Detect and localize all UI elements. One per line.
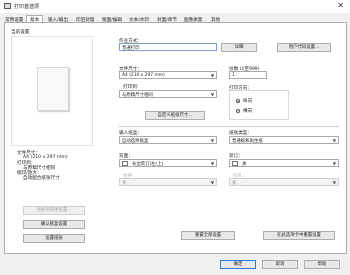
user-code-button[interactable]: 用户代码设置... — [277, 43, 331, 52]
printer-icon — [4, 3, 11, 9]
combine-value: 关 — [122, 181, 127, 186]
add-favorite-button[interactable]: 添加到常用设置... — [23, 206, 85, 215]
ok-button[interactable]: 确定 — [220, 260, 256, 269]
chevron-down-icon: ▼ — [210, 138, 214, 143]
landscape-radio[interactable] — [236, 109, 240, 113]
orientation-group: 纵向 横向 — [229, 90, 289, 120]
doc-size-value: A4 (210 x 297 mm) — [122, 73, 165, 78]
portrait-radio[interactable] — [236, 99, 240, 103]
preview-area — [11, 36, 93, 146]
details-button[interactable]: 详细 — [221, 43, 257, 52]
preview-label: 当前设置 — [11, 30, 30, 35]
staple-icon — [232, 161, 238, 166]
duplex-select[interactable]: 长边装订(左/上) ▼ — [119, 159, 217, 167]
reset-tab-button[interactable]: 在此选项卡中重置设置 — [263, 231, 335, 240]
chevron-down-icon: ▼ — [332, 138, 336, 143]
section-divider — [119, 126, 339, 127]
duplex-icon — [122, 161, 128, 166]
reset-all-button[interactable]: 重置全部设置 — [181, 231, 235, 240]
landscape-label: 横向 — [243, 109, 253, 114]
chevron-down-icon: ▼ — [210, 180, 214, 185]
custom-paper-size-button[interactable]: 自定义纸张尺寸... — [145, 111, 205, 120]
punch-select[interactable]: 关 ▼ — [229, 178, 339, 186]
paper-type-value: 普通纸和再生纸 — [232, 139, 263, 144]
print-to-select[interactable]: 与原稿尺寸相同 ▼ — [119, 90, 217, 98]
paper-settings-button[interactable]: 设置纸张 — [23, 234, 85, 243]
job-type-input[interactable]: 普通打印 — [119, 43, 217, 51]
title-bar: 打印首选项 ✕ — [0, 0, 350, 13]
settings-panel: 当前设置 文件尺寸： A4 (210 x 297 mm) 打印到： 与原稿尺寸相… — [4, 22, 347, 254]
duplex-value: 长边装订(左/上) — [132, 162, 164, 167]
input-tray-select[interactable]: 自动选择纸盒 ▼ — [119, 136, 217, 144]
doc-size-select[interactable]: A4 (210 x 297 mm) ▼ — [119, 71, 217, 79]
chevron-down-icon: ▼ — [210, 73, 214, 78]
window-title: 打印首选项 — [14, 4, 40, 10]
summary-scale-value: 自动配合纸张尺寸 — [23, 176, 60, 181]
copies-input[interactable]: 1 — [229, 71, 267, 79]
portrait-label: 纵向 — [243, 99, 253, 104]
confirm-tray-button[interactable]: 确认纸盒设置 — [23, 220, 85, 229]
help-button[interactable]: 帮助 — [304, 260, 340, 269]
chevron-down-icon: ▼ — [332, 161, 336, 166]
combine-select[interactable]: 关 ▼ — [119, 178, 217, 186]
paper-type-select[interactable]: 普通纸和再生纸 ▼ — [229, 136, 339, 144]
punch-value: 关 — [232, 181, 237, 186]
print-to-value: 与原稿尺寸相同 — [122, 93, 153, 98]
chevron-down-icon: ▼ — [332, 180, 336, 185]
paper-preview-icon — [37, 67, 69, 111]
cancel-button[interactable]: 取消 — [262, 260, 298, 269]
chevron-down-icon: ▼ — [210, 92, 214, 97]
close-icon[interactable]: ✕ — [337, 1, 344, 10]
staple-select[interactable]: 关 ▼ — [229, 159, 339, 167]
staple-value: 关 — [242, 162, 247, 167]
input-tray-value: 自动选择纸盒 — [122, 139, 149, 144]
chevron-down-icon: ▼ — [210, 161, 214, 166]
